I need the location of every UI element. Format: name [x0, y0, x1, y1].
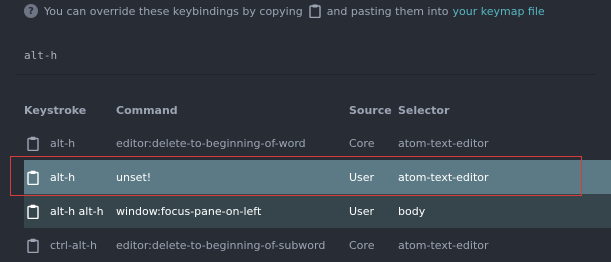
selector-cell: body	[398, 204, 426, 218]
clipboard-copy-icon[interactable]	[27, 170, 39, 185]
keybinding-filter-input[interactable]: alt-h	[24, 47, 584, 65]
keystroke-cell: ctrl-alt-h	[50, 238, 97, 252]
separator	[16, 74, 596, 75]
selector-cell: atom-text-editor	[398, 170, 489, 184]
source-cell: User	[349, 204, 375, 218]
table-row[interactable]: alt-h editor:delete-to-beginning-of-word…	[24, 126, 611, 160]
column-header-keystroke[interactable]: Keystroke	[24, 94, 86, 126]
keymap-info-line: ? You can override these keybindings by …	[24, 3, 545, 19]
keybindings-table: Keystroke Command Source Selector alt-h …	[24, 94, 611, 262]
clipboard-copy-icon[interactable]	[27, 238, 39, 253]
source-cell: Core	[349, 136, 375, 150]
info-text-before: You can override these keybindings by co…	[44, 4, 303, 18]
info-text-after: and pasting them into	[326, 4, 449, 18]
column-header-selector[interactable]: Selector	[398, 94, 449, 126]
keymap-file-link[interactable]: your keymap file	[453, 5, 545, 18]
clipboard-icon[interactable]	[308, 4, 321, 18]
source-cell: Core	[349, 238, 375, 252]
keystroke-cell: alt-h	[50, 170, 76, 184]
clipboard-copy-icon[interactable]	[27, 204, 39, 219]
table-header-row: Keystroke Command Source Selector	[24, 94, 611, 126]
column-header-source[interactable]: Source	[349, 94, 392, 126]
keystroke-cell: alt-h	[50, 136, 76, 150]
table-row-selected[interactable]: alt-h unset! User atom-text-editor	[24, 160, 611, 194]
command-cell: unset!	[116, 170, 152, 184]
question-circle-icon: ?	[24, 4, 38, 18]
command-cell: editor:delete-to-beginning-of-subword	[116, 238, 326, 252]
table-row-highlighted[interactable]: alt-h alt-h window:focus-pane-on-left Us…	[24, 194, 611, 228]
source-cell: User	[349, 170, 375, 184]
selector-cell: atom-text-editor	[398, 136, 489, 150]
clipboard-copy-icon[interactable]	[27, 136, 39, 151]
keystroke-cell: alt-h alt-h	[50, 204, 104, 218]
selector-cell: atom-text-editor	[398, 238, 489, 252]
column-header-command[interactable]: Command	[116, 94, 178, 126]
table-row[interactable]: ctrl-alt-h editor:delete-to-beginning-of…	[24, 228, 611, 262]
command-cell: window:focus-pane-on-left	[116, 204, 262, 218]
command-cell: editor:delete-to-beginning-of-word	[116, 136, 306, 150]
